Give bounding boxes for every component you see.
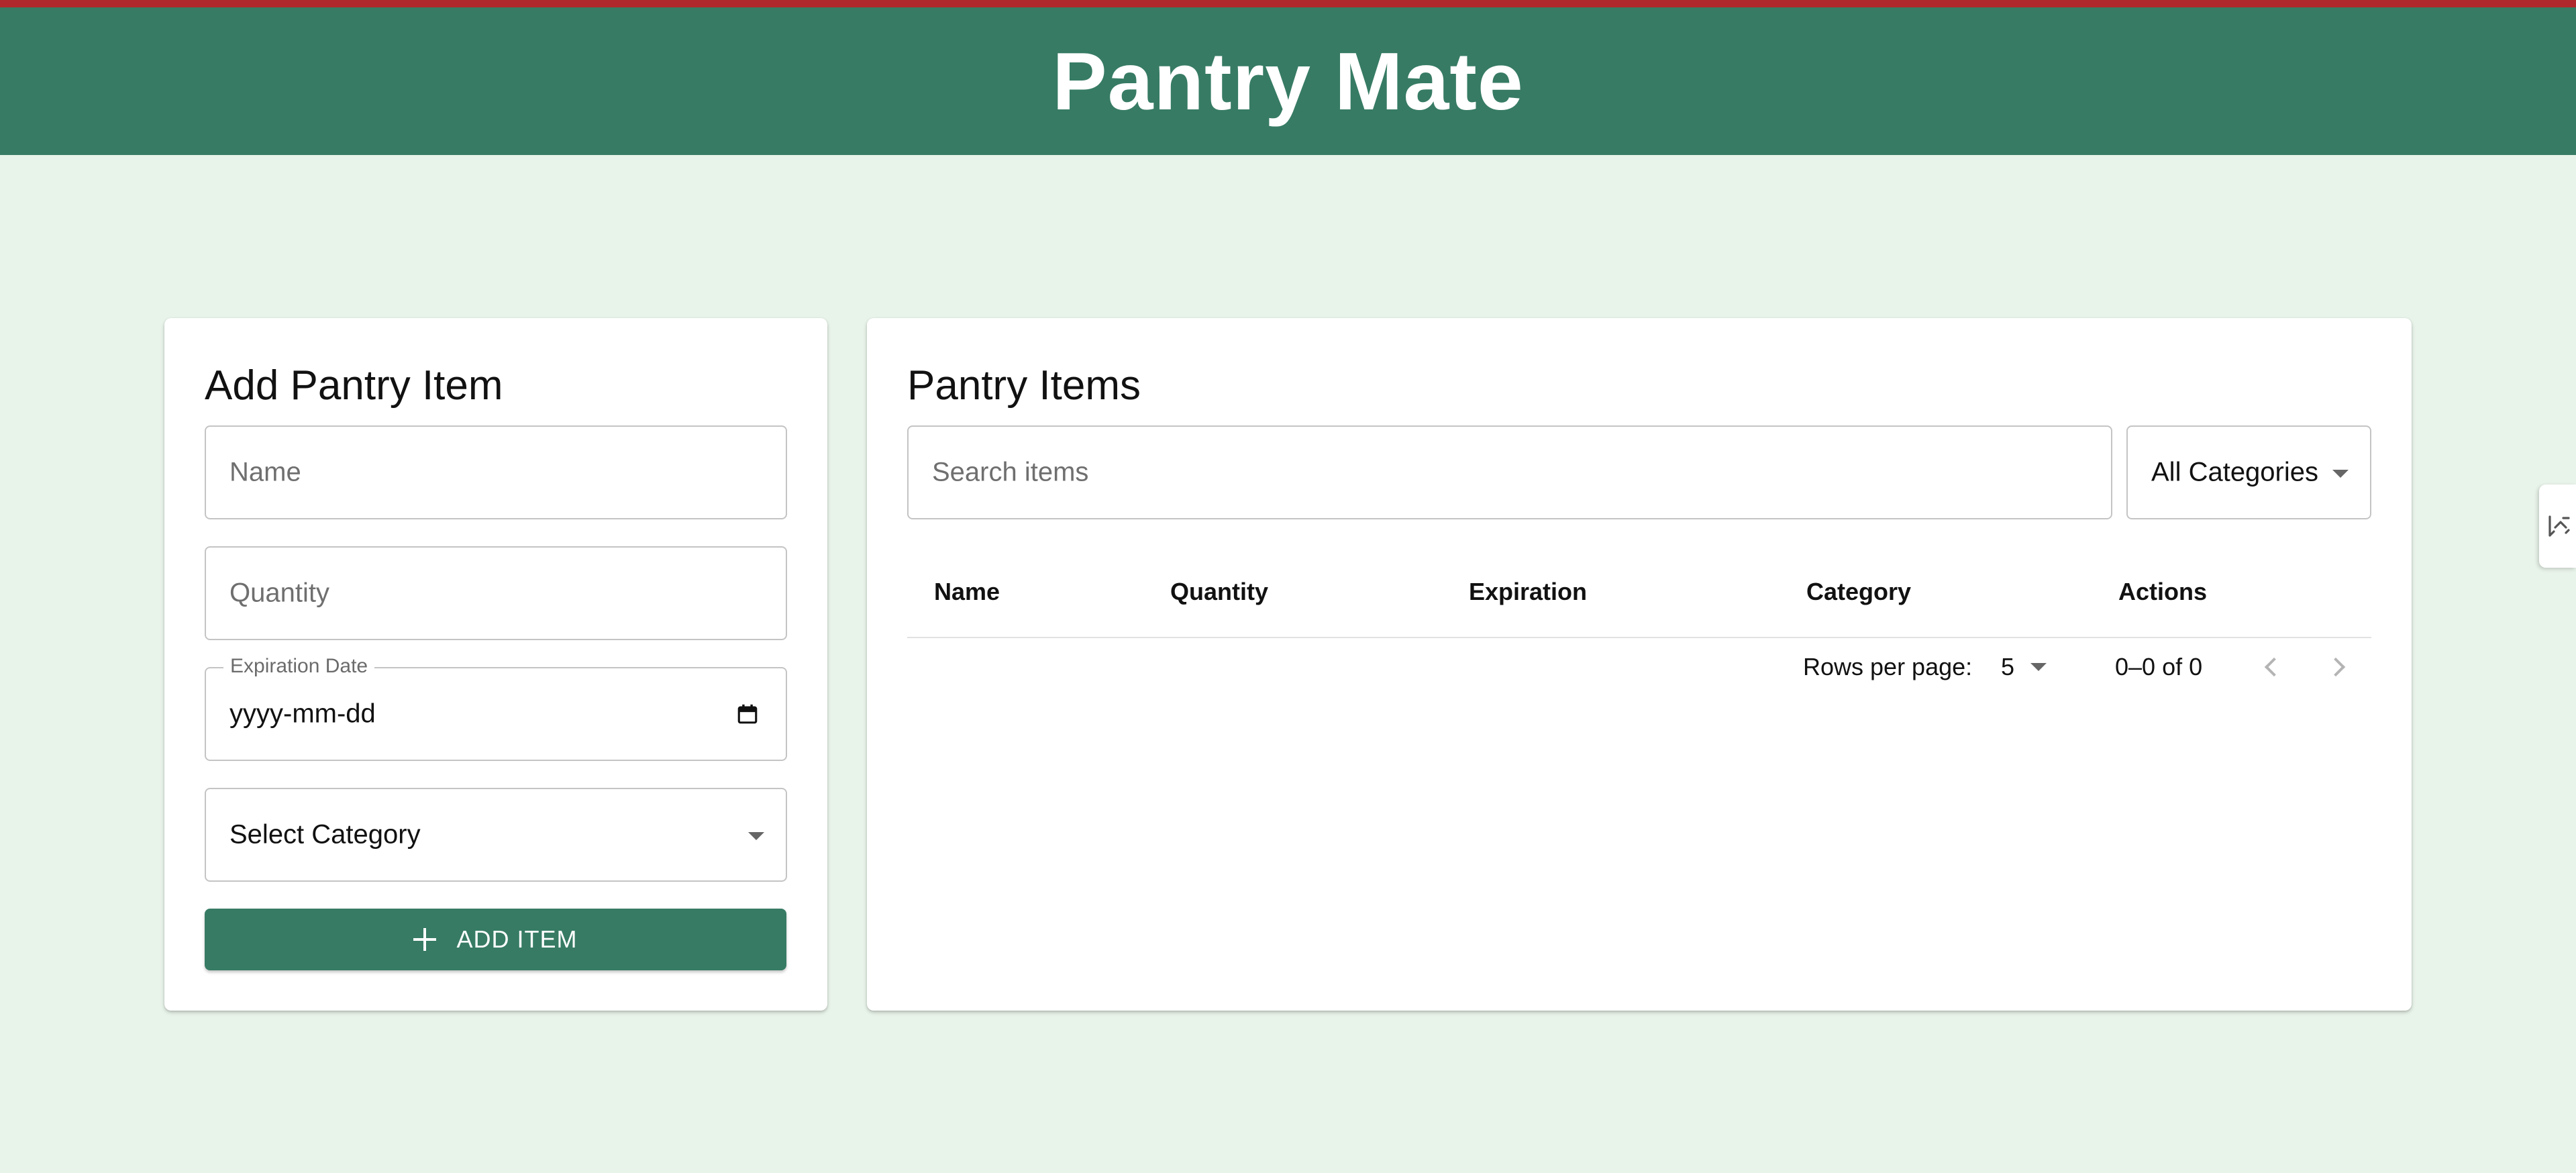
column-header-quantity[interactable]: Quantity	[1170, 578, 1268, 606]
table-pagination: Rows per page: 5 0–0 of 0	[867, 640, 2412, 694]
page: Pantry Mate Add Pantry Item Name Quantit…	[0, 0, 2576, 1173]
add-item-card: Add Pantry Item Name Quantity Expiration…	[164, 318, 827, 1011]
quantity-placeholder: Quantity	[229, 578, 329, 608]
name-input[interactable]: Name	[205, 425, 787, 519]
search-placeholder: Search items	[932, 457, 1089, 487]
app-header: Pantry Mate	[0, 7, 2576, 155]
add-item-button-label: ADD ITEM	[456, 925, 578, 953]
app-title: Pantry Mate	[1052, 36, 1524, 127]
column-header-expiration[interactable]: Expiration	[1469, 578, 1587, 606]
caret-down-icon	[2030, 663, 2047, 671]
category-select-value: Select Category	[229, 819, 421, 850]
add-item-button[interactable]: ADD ITEM	[205, 909, 786, 970]
column-header-category[interactable]: Category	[1806, 578, 1911, 606]
pagination-range: 0–0 of 0	[2115, 653, 2203, 680]
plus-icon	[413, 928, 437, 951]
side-widget-tab[interactable]	[2539, 484, 2576, 568]
expiration-date-input[interactable]: Expiration Date yyyy-mm-dd	[205, 656, 787, 761]
caret-down-icon	[2332, 470, 2349, 478]
pantry-items-title: Pantry Items	[907, 362, 1141, 409]
expiration-date-value: yyyy-mm-dd	[229, 699, 376, 729]
rows-per-page-label: Rows per page:	[1803, 653, 1973, 680]
quantity-input[interactable]: Quantity	[205, 546, 787, 640]
column-header-actions: Actions	[2118, 577, 2208, 605]
category-select[interactable]: Select Category	[205, 788, 787, 882]
sliders-icon	[2548, 515, 2570, 537]
search-input[interactable]: Search items	[907, 425, 2112, 519]
category-filter-value: All Categories	[2151, 457, 2319, 487]
rows-per-page-value: 5	[2001, 653, 2015, 680]
pantry-items-card: Pantry Items Search items All Categories…	[867, 318, 2412, 1011]
chevron-left-icon[interactable]	[2264, 657, 2284, 677]
add-item-title: Add Pantry Item	[205, 362, 503, 409]
name-placeholder: Name	[229, 457, 301, 487]
calendar-icon[interactable]	[736, 702, 759, 726]
column-header-name[interactable]: Name	[934, 578, 1000, 606]
top-accent-bar	[0, 0, 2576, 7]
category-filter-select[interactable]: All Categories	[2126, 425, 2371, 519]
chevron-right-icon[interactable]	[2326, 657, 2346, 677]
table-header: Name Quantity Expiration Category Action…	[907, 546, 2371, 638]
caret-down-icon	[748, 832, 764, 840]
rows-per-page-select[interactable]: 5	[2001, 647, 2055, 687]
expiration-date-label: Expiration Date	[223, 656, 375, 676]
